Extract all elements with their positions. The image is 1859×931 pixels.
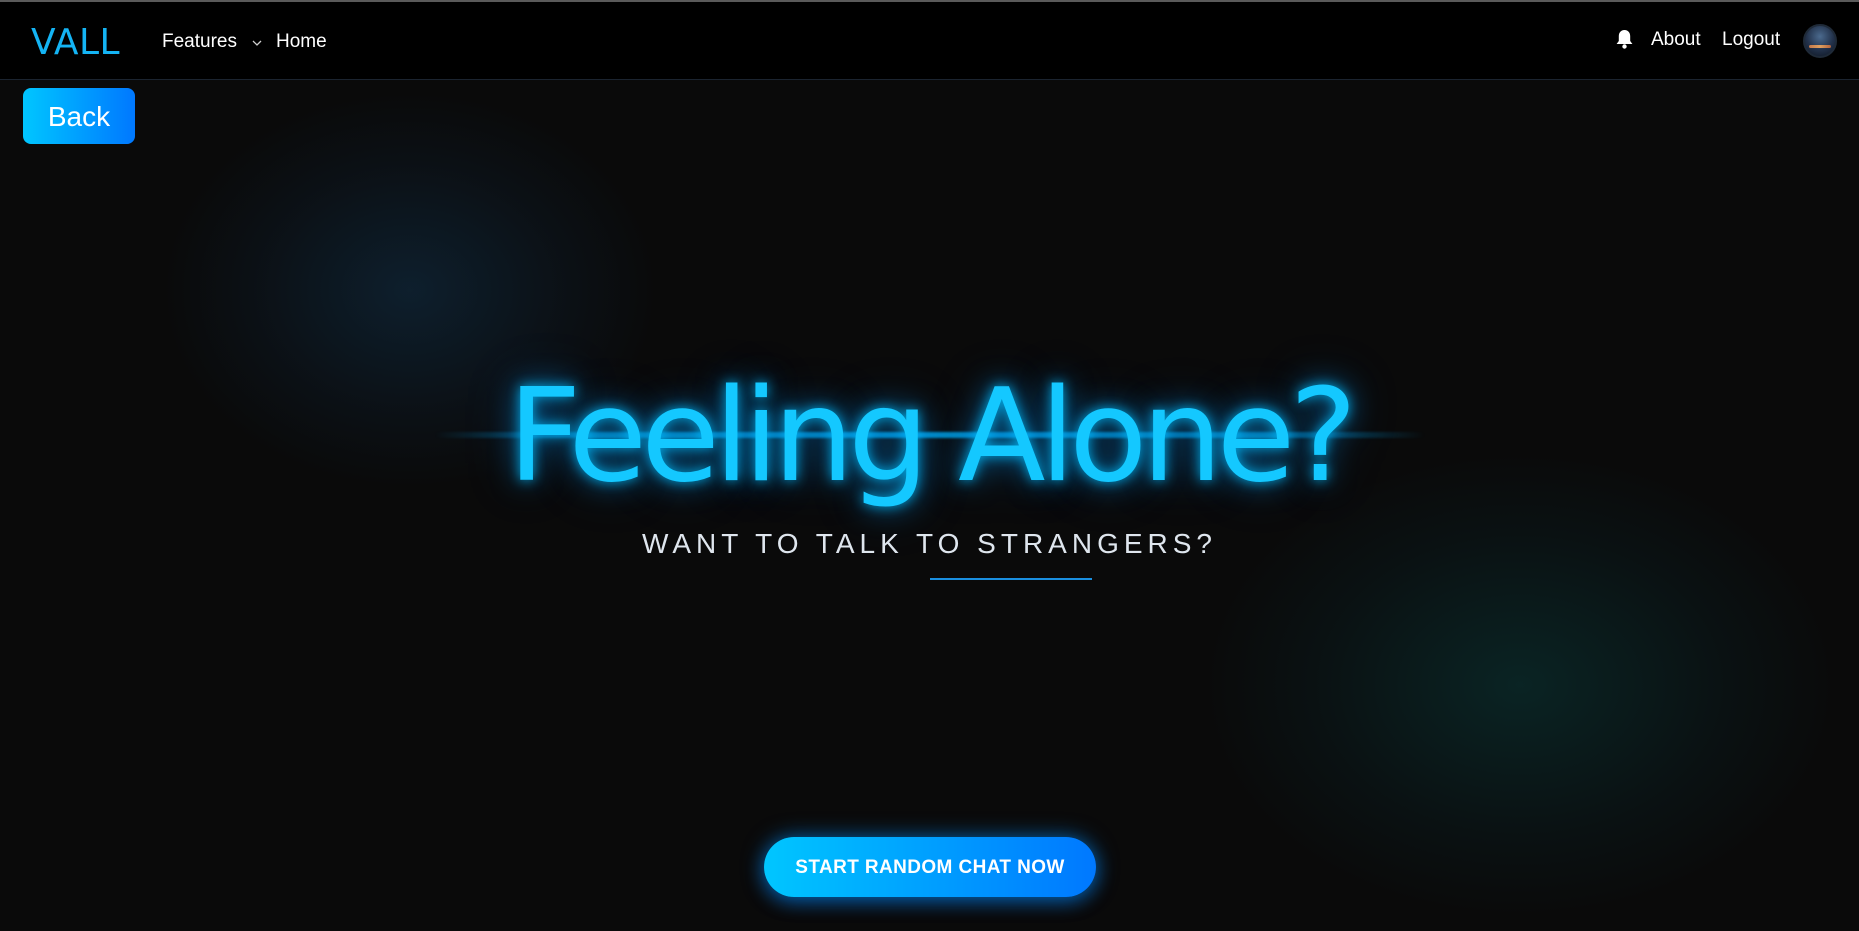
nav-about[interactable]: About: [1651, 27, 1701, 53]
hero-subtitle: WANT TO TALK TO STRANGERS?: [641, 528, 1217, 559]
navbar: VALL Features Home About Logout: [0, 2, 1859, 80]
back-button[interactable]: Back: [23, 88, 135, 144]
nav-home[interactable]: Home: [276, 29, 327, 55]
subtitle-underline: [930, 578, 1092, 580]
nav-logout[interactable]: Logout: [1722, 27, 1780, 53]
chevron-down-icon[interactable]: [251, 37, 263, 49]
avatar-image-detail: [1809, 45, 1831, 48]
background-glow-right: [1200, 450, 1840, 920]
start-random-chat-button[interactable]: START RANDOM CHAT NOW: [764, 837, 1096, 897]
bell-icon[interactable]: [1615, 28, 1634, 50]
avatar[interactable]: [1803, 24, 1837, 58]
hero-title: Feeling Alone?: [507, 362, 1358, 511]
logo[interactable]: VALL: [31, 21, 120, 65]
nav-features[interactable]: Features: [162, 29, 237, 55]
